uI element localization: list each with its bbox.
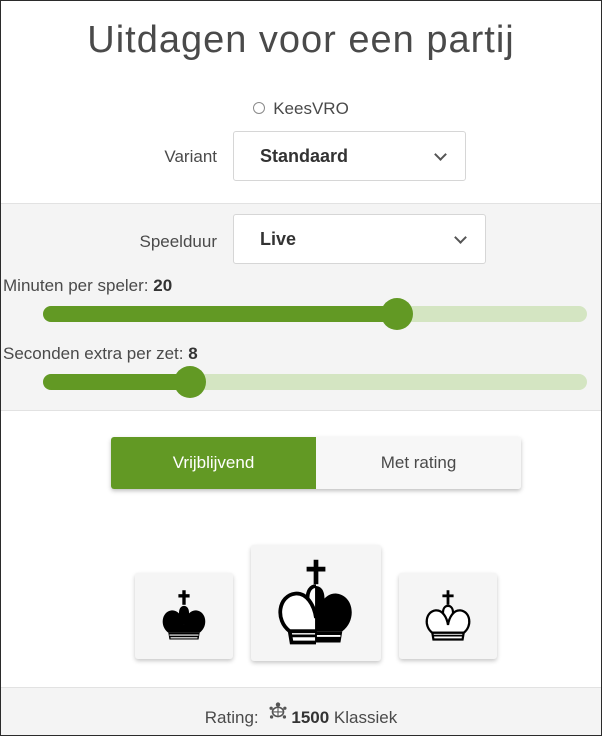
time-control-label: Speelduur	[139, 232, 217, 251]
variant-select[interactable]: Standaard	[233, 131, 466, 181]
slider-handle[interactable]	[173, 366, 206, 398]
turtle-icon	[267, 687, 289, 735]
opponent: KeesVRO	[1, 99, 601, 119]
increment-value: 8	[188, 344, 198, 363]
random-king-icon	[269, 556, 363, 650]
black-king-icon	[156, 588, 212, 644]
slider-handle[interactable]	[380, 298, 413, 330]
increment-label: Seconden extra per zet: 8	[3, 344, 198, 364]
variant-selected-value: Standaard	[260, 146, 349, 166]
rating-value: 1500	[291, 708, 330, 727]
minutes-slider[interactable]	[43, 298, 587, 330]
challenge-dialog: Uitdagen voor een partij KeesVRO Variant…	[0, 0, 602, 736]
casual-option[interactable]: Vrijblijvend	[111, 437, 316, 489]
dialog-title: Uitdagen voor een partij	[87, 19, 515, 61]
rating-label: Rating:	[204, 708, 264, 727]
minutes-label-text: Minuten per speler:	[3, 276, 154, 295]
increment-slider[interactable]	[43, 366, 587, 398]
rating-footer: Rating: 1500 Klassiek	[1, 687, 601, 735]
white-king-icon	[420, 588, 476, 644]
time-control-panel: Speelduur Live Minuten per speler: 20 Se…	[1, 203, 601, 411]
chevron-down-icon	[454, 231, 467, 244]
minutes-label: Minuten per speler: 20	[3, 276, 172, 296]
opponent-name[interactable]: KeesVRO	[273, 99, 349, 118]
rating-perf: Klassiek	[329, 708, 398, 727]
time-control-selected-value: Live	[260, 229, 297, 249]
offline-status-icon	[253, 102, 266, 115]
increment-label-text: Seconden extra per zet:	[3, 344, 189, 363]
play-random-button[interactable]	[251, 545, 381, 661]
time-control-select[interactable]: Live	[233, 214, 486, 264]
chevron-down-icon	[434, 148, 447, 161]
mode-toggle: Vrijblijvend Met rating	[111, 437, 521, 489]
play-white-button[interactable]	[399, 573, 497, 659]
play-black-button[interactable]	[135, 573, 233, 659]
slider-fill	[43, 306, 397, 322]
rated-option[interactable]: Met rating	[316, 437, 521, 489]
variant-label: Variant	[164, 147, 217, 166]
slider-fill	[43, 374, 190, 390]
minutes-value: 20	[153, 276, 173, 295]
